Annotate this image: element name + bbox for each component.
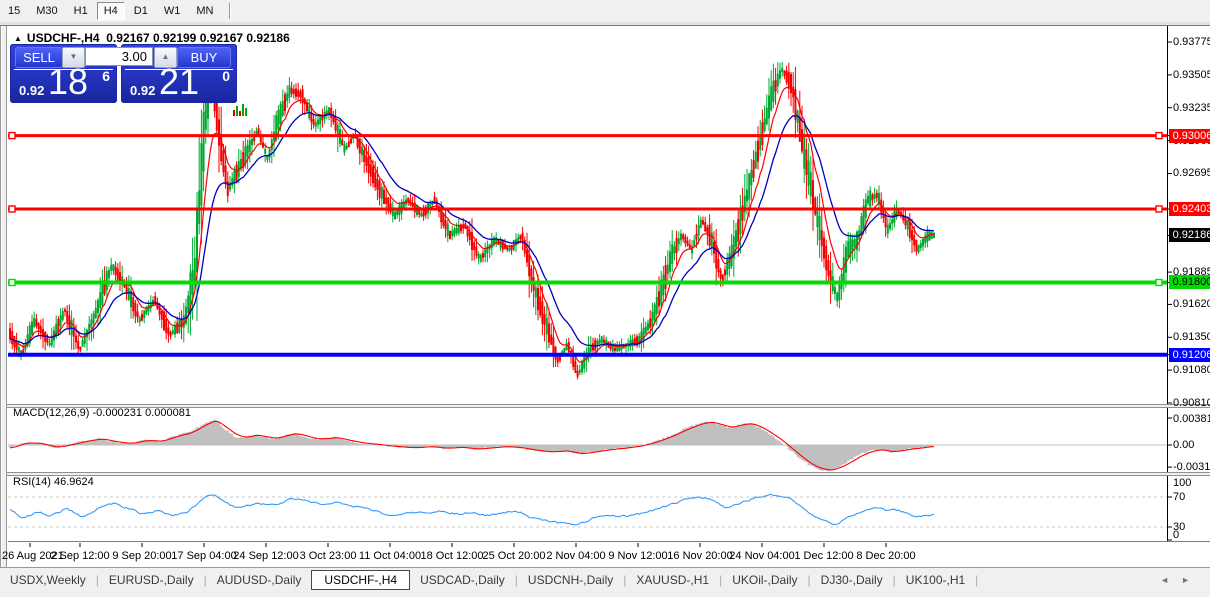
candles-layer <box>9 61 935 380</box>
time-axis-label: 17 Sep 04:00 <box>171 550 237 562</box>
time-axis-label: 2 Nov 04:00 <box>546 550 606 562</box>
chart-tab-bar: USDX,Weekly | EURUSD-,Daily | AUDUSD-,Da… <box>0 567 1210 592</box>
price-axis-tick: 0.91350 <box>1173 331 1210 344</box>
last-price-label: 0.92186 <box>1169 228 1210 243</box>
tab-scroll-left-icon[interactable]: ◄ <box>1154 575 1175 585</box>
price-axis-tick: 0.90810 <box>1173 397 1210 409</box>
tab-usdcnh-daily[interactable]: USDCNH-,Daily <box>518 570 623 590</box>
rsi-axis-label: 70 <box>1173 491 1186 503</box>
tab-usdchf-h4[interactable]: USDCHF-,H4 <box>311 570 411 590</box>
time-axis-label: 9 Sep 20:00 <box>112 550 172 562</box>
time-axis-label: 8 Dec 20:00 <box>856 550 916 562</box>
time-axis-label: 18 Oct 12:00 <box>420 550 484 562</box>
time-axis-label: 9 Nov 12:00 <box>608 550 668 562</box>
rsi-value: 46.9624 <box>53 476 94 488</box>
tab-separator: | <box>975 573 979 587</box>
tab-ukoil-daily[interactable]: UKOil-,Daily <box>722 570 807 590</box>
tab-scroll-right-icon[interactable]: ► <box>1175 575 1196 585</box>
sell-price-prefix: 0.92 <box>19 83 45 98</box>
price-axis-tick: 0.93505 <box>1173 68 1210 81</box>
tab-uk100-h1[interactable]: UK100-,H1 <box>896 570 975 590</box>
macd-name: MACD(12,26,9) <box>13 407 90 419</box>
panel-splitter[interactable] <box>7 472 1210 476</box>
rsi-axis-label: 100 <box>1173 477 1192 489</box>
buy-price-big: 21 <box>159 61 200 102</box>
buy-price-prefix: 0.92 <box>130 83 156 98</box>
mt4-window: 15 M30 H1 H4 D1 W1 MN ▲ USDCHF-,H4 0.9216… <box>0 0 1210 597</box>
time-axis-label: 16 Nov 20:00 <box>667 550 733 562</box>
lot-size-input[interactable] <box>85 47 153 66</box>
price-axis-tick: 0.93775 <box>1173 36 1210 48</box>
tab-eurusd-daily[interactable]: EURUSD-,Daily <box>99 570 204 590</box>
time-axis-label: 24 Sep 12:00 <box>233 550 299 562</box>
tab-dj30-daily[interactable]: DJ30-,Daily <box>811 570 893 590</box>
rsi-name: RSI(14) <box>13 476 51 488</box>
macd-panel-layer <box>8 419 1167 472</box>
sell-price-pip: 6 <box>102 68 110 84</box>
macd-values: -0.000231 0.000081 <box>92 407 191 419</box>
time-axis-label: 3 Oct 23:00 <box>299 550 357 562</box>
time-axis-label: 11 Oct 04:00 <box>358 550 422 562</box>
tab-usdcad-daily[interactable]: USDCAD-,Daily <box>410 570 515 590</box>
time-axis-label: 2 Sep 12:00 <box>50 550 110 562</box>
chart-ohlc-values: 0.92167 0.92199 0.92167 0.92186 <box>106 31 290 45</box>
macd-axis-label: 0.003811 <box>1173 413 1210 425</box>
price-axis-tick: 0.91620 <box>1173 298 1210 311</box>
axis-frame <box>8 26 1210 547</box>
price-axis-tick: 0.91080 <box>1173 364 1210 377</box>
time-axis-label: 25 Oct 20:00 <box>482 550 546 562</box>
rsi-indicator-label: RSI(14) 46.9624 <box>13 476 94 488</box>
price-level-label[interactable]: 0.91800 <box>1169 275 1210 290</box>
buy-price-pip: 0 <box>222 68 230 84</box>
chart-title: ▲ USDCHF-,H4 0.92167 0.92199 0.92167 0.92… <box>14 31 290 45</box>
macd-axis-label: -0.003115 <box>1173 461 1210 474</box>
chart-symbol-period: USDCHF-,H4 <box>26 31 100 45</box>
price-axis-tick: 0.93235 <box>1173 101 1210 114</box>
price-level-label[interactable]: 0.92403 <box>1169 202 1210 217</box>
macd-indicator-label: MACD(12,26,9) -0.000231 0.000081 <box>13 407 191 419</box>
rsi-axis-label: 0 <box>1173 529 1180 541</box>
lot-increase-button[interactable]: ▲ <box>154 47 177 68</box>
price-axis-tick: 0.92695 <box>1173 167 1210 180</box>
collapse-triangle-icon[interactable]: ▲ <box>14 34 22 43</box>
tab-usdx-weekly[interactable]: USDX,Weekly <box>0 570 96 590</box>
tab-audusd-daily[interactable]: AUDUSD-,Daily <box>207 570 312 590</box>
tick-chart-icon <box>233 104 247 116</box>
rsi-panel-layer <box>8 493 1167 528</box>
price-level-label[interactable]: 0.93006 <box>1169 128 1210 143</box>
lot-decrease-button[interactable]: ▼ <box>62 47 85 68</box>
sell-price-big: 18 <box>48 61 89 102</box>
time-axis-label: 1 Dec 12:00 <box>794 550 854 562</box>
macd-axis-label: 0.00 <box>1173 439 1195 451</box>
tab-xauusd-h1[interactable]: XAUUSD-,H1 <box>626 570 719 590</box>
price-level-label[interactable]: 0.91206 <box>1169 347 1210 362</box>
time-axis-label: 24 Nov 04:00 <box>729 550 795 562</box>
